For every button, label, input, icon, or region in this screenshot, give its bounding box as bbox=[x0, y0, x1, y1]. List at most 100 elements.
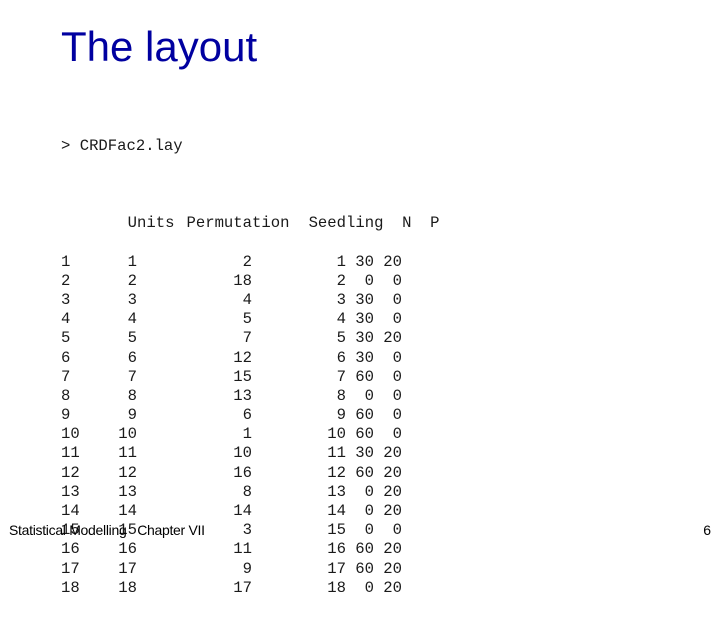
cell-seedling: 17 bbox=[327, 559, 346, 578]
cell-n: 0 bbox=[364, 386, 374, 405]
cell-permutation: 5 bbox=[242, 310, 252, 329]
cell-p: 0 bbox=[392, 367, 402, 386]
cell-rowname: 2 bbox=[61, 271, 71, 290]
table-row: 11 11 10 11 30 20 bbox=[61, 444, 439, 463]
cell-n: 30 bbox=[355, 444, 374, 463]
cell-units: 5 bbox=[127, 329, 137, 348]
cell-units: 6 bbox=[127, 348, 137, 367]
cell-seedling: 13 bbox=[327, 482, 346, 501]
cell-permutation: 6 bbox=[242, 406, 252, 425]
cell-units: 11 bbox=[118, 444, 137, 463]
cell-n: 0 bbox=[364, 271, 374, 290]
table-row: 13 13 8 13 0 20 bbox=[61, 483, 439, 502]
cell-seedling: 6 bbox=[336, 348, 346, 367]
console-command: > CRDFac2.lay bbox=[61, 137, 183, 156]
table-header-row: Units Permutation Seedling N P bbox=[61, 195, 440, 232]
cell-n: 0 bbox=[364, 578, 374, 597]
cell-permutation: 18 bbox=[233, 271, 252, 290]
header-units: Units bbox=[127, 214, 175, 233]
cell-rowname: 3 bbox=[61, 290, 71, 309]
cell-seedling: 15 bbox=[327, 521, 346, 540]
cell-p: 0 bbox=[392, 386, 402, 405]
cell-units: 13 bbox=[118, 482, 137, 501]
cell-rowname: 7 bbox=[61, 367, 71, 386]
table-row: 12 12 16 12 60 20 bbox=[61, 464, 439, 483]
footer-page-number: 6 bbox=[703, 522, 711, 538]
r-console-output: > CRDFac2.lay Units Permutation Seedling N P… bbox=[61, 99, 439, 617]
cell-units: 16 bbox=[118, 540, 137, 559]
cell-permutation: 16 bbox=[233, 463, 252, 482]
cell-seedling: 4 bbox=[336, 310, 346, 329]
cell-units: 18 bbox=[118, 578, 137, 597]
cell-seedling: 5 bbox=[336, 329, 346, 348]
cell-n: 60 bbox=[355, 540, 374, 559]
cell-n: 0 bbox=[364, 482, 374, 501]
cell-units: 14 bbox=[118, 502, 137, 521]
cell-units: 9 bbox=[127, 406, 137, 425]
cell-rowname: 8 bbox=[61, 386, 71, 405]
cell-units: 10 bbox=[118, 425, 137, 444]
cell-seedling: 9 bbox=[336, 406, 346, 425]
cell-rowname: 18 bbox=[61, 578, 80, 597]
table-row: 2 2 18 2 0 0 bbox=[61, 272, 439, 291]
cell-p: 0 bbox=[392, 521, 402, 540]
table-row: 18 18 17 18 0 20 bbox=[61, 579, 439, 598]
cell-seedling: 3 bbox=[336, 290, 346, 309]
cell-n: 0 bbox=[364, 521, 374, 540]
cell-permutation: 13 bbox=[233, 386, 252, 405]
cell-permutation: 15 bbox=[233, 367, 252, 386]
cell-permutation: 7 bbox=[242, 329, 252, 348]
cell-p: 0 bbox=[392, 406, 402, 425]
cell-units: 8 bbox=[127, 386, 137, 405]
cell-p: 0 bbox=[392, 271, 402, 290]
header-seedling: Seedling bbox=[308, 214, 384, 233]
cell-seedling: 18 bbox=[327, 578, 346, 597]
cell-permutation: 11 bbox=[233, 540, 252, 559]
cell-n: 60 bbox=[355, 367, 374, 386]
table-row: 3 3 4 3 30 0 bbox=[61, 291, 439, 310]
table-row: 8 8 13 8 0 0 bbox=[61, 387, 439, 406]
cell-rowname: 1 bbox=[61, 252, 71, 271]
cell-seedling: 10 bbox=[327, 425, 346, 444]
cell-permutation: 1 bbox=[242, 425, 252, 444]
cell-permutation: 9 bbox=[242, 559, 252, 578]
table-row: 10 10 1 10 60 0 bbox=[61, 425, 439, 444]
cell-seedling: 16 bbox=[327, 540, 346, 559]
cell-rowname: 6 bbox=[61, 348, 71, 367]
cell-units: 7 bbox=[127, 367, 137, 386]
cell-n: 60 bbox=[355, 559, 374, 578]
cell-p: 20 bbox=[383, 540, 402, 559]
cell-p: 0 bbox=[392, 348, 402, 367]
table-row: 17 17 9 17 60 20 bbox=[61, 560, 439, 579]
cell-rowname: 12 bbox=[61, 463, 80, 482]
cell-permutation: 17 bbox=[233, 578, 252, 597]
cell-seedling: 7 bbox=[336, 367, 346, 386]
cell-seedling: 12 bbox=[327, 463, 346, 482]
cell-rowname: 11 bbox=[61, 444, 80, 463]
table-row: 14 14 14 14 0 20 bbox=[61, 502, 439, 521]
slide-title: The layout bbox=[61, 23, 258, 70]
header-permutation: Permutation bbox=[186, 214, 290, 233]
cell-n: 30 bbox=[355, 290, 374, 309]
cell-rowname: 5 bbox=[61, 329, 71, 348]
cell-units: 2 bbox=[127, 271, 137, 290]
cell-rowname: 14 bbox=[61, 502, 80, 521]
cell-p: 20 bbox=[383, 502, 402, 521]
cell-seedling: 2 bbox=[336, 271, 346, 290]
cell-rowname: 16 bbox=[61, 540, 80, 559]
table-row: 4 4 5 4 30 0 bbox=[61, 310, 439, 329]
cell-p: 0 bbox=[392, 425, 402, 444]
table-row: 1 1 2 1 30 20 bbox=[61, 253, 439, 272]
cell-n: 30 bbox=[355, 348, 374, 367]
cell-seedling: 11 bbox=[327, 444, 346, 463]
cell-n: 60 bbox=[355, 463, 374, 482]
cell-permutation: 14 bbox=[233, 502, 252, 521]
cell-rowname: 17 bbox=[61, 559, 80, 578]
cell-p: 20 bbox=[383, 329, 402, 348]
cell-rowname: 13 bbox=[61, 482, 80, 501]
cell-seedling: 1 bbox=[336, 252, 346, 271]
cell-permutation: 12 bbox=[233, 348, 252, 367]
header-n: N bbox=[402, 214, 412, 233]
cell-units: 17 bbox=[118, 559, 137, 578]
cell-seedling: 8 bbox=[336, 386, 346, 405]
